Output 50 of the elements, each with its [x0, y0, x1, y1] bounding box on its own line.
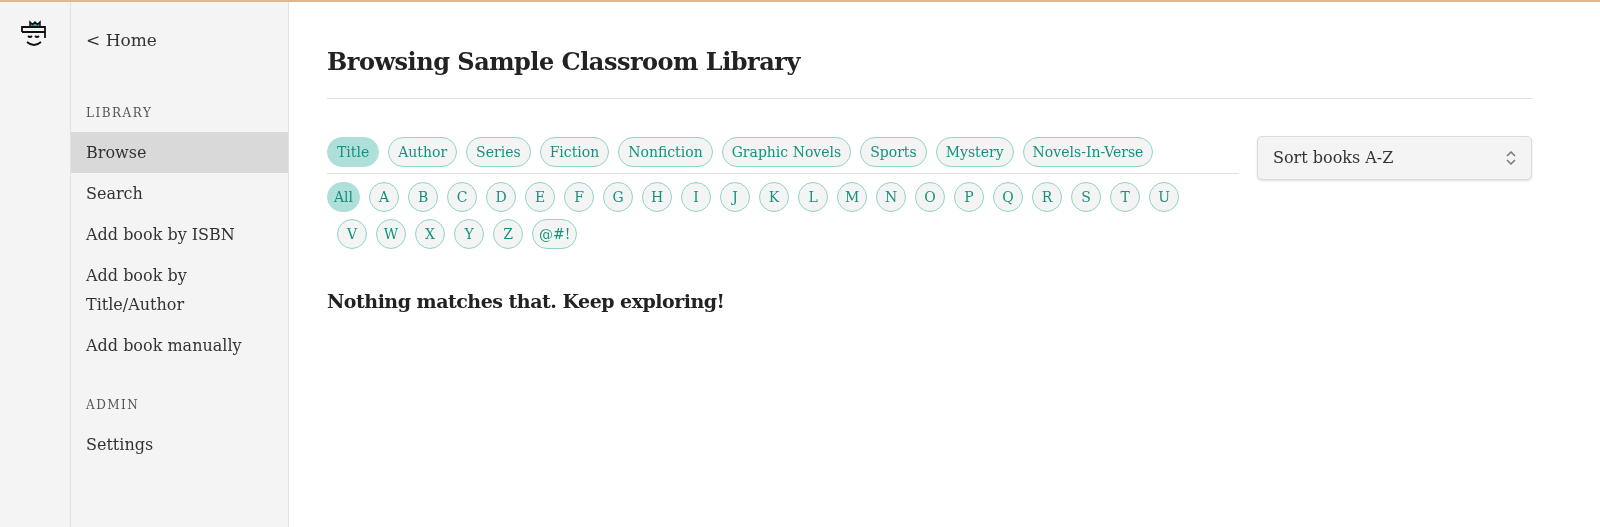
- letter-filter[interactable]: R: [1032, 182, 1063, 212]
- letter-filter[interactable]: O: [915, 182, 946, 212]
- letter-filter[interactable]: I: [681, 182, 712, 212]
- letter-filter[interactable]: V: [337, 219, 367, 249]
- letter-filter[interactable]: Z: [493, 219, 523, 249]
- sidebar-item[interactable]: Browse: [71, 131, 288, 173]
- sidebar-item[interactable]: Settings: [71, 423, 288, 465]
- sidebar-item[interactable]: Add book by Title/Author: [71, 254, 288, 325]
- letter-filter[interactable]: A: [369, 182, 400, 212]
- letter-filter[interactable]: U: [1149, 182, 1180, 212]
- letter-filter[interactable]: @#!: [532, 219, 578, 249]
- home-link[interactable]: < Home: [71, 2, 172, 54]
- sidebar-item[interactable]: Add book manually: [71, 324, 288, 366]
- letter-filter[interactable]: Y: [454, 219, 484, 249]
- section-heading: LIBRARY: [85, 104, 154, 122]
- letter-filter[interactable]: F: [564, 182, 595, 212]
- letter-filter[interactable]: W: [376, 219, 406, 249]
- filter-tab[interactable]: Nonfiction: [618, 137, 713, 167]
- letter-filter[interactable]: C: [447, 182, 478, 212]
- letter-filter[interactable]: B: [408, 182, 439, 212]
- letter-filter[interactable]: All: [327, 182, 361, 212]
- letter-filter[interactable]: J: [720, 182, 751, 212]
- page-title: Browsing Sample Classroom Library: [327, 44, 1532, 99]
- filter-tab[interactable]: Mystery: [935, 137, 1014, 167]
- empty-message: Nothing matches that. Keep exploring!: [327, 289, 726, 314]
- filter-tab[interactable]: Series: [466, 137, 531, 167]
- letter-filter[interactable]: X: [415, 219, 445, 249]
- filter-tab[interactable]: Novels-In-Verse: [1022, 137, 1154, 167]
- letter-filter[interactable]: G: [603, 182, 634, 212]
- section-heading: ADMIN: [85, 396, 141, 414]
- letter-filter[interactable]: N: [876, 182, 907, 212]
- letter-filter[interactable]: D: [486, 182, 517, 212]
- chevron-up-down-icon: [1506, 150, 1516, 166]
- letter-filter[interactable]: P: [954, 182, 985, 212]
- filter-tab[interactable]: Fiction: [539, 137, 610, 167]
- letter-filter[interactable]: K: [759, 182, 790, 212]
- filter-tab[interactable]: Author: [388, 137, 458, 167]
- letter-filter[interactable]: T: [1110, 182, 1141, 212]
- letter-filter[interactable]: L: [798, 182, 829, 212]
- sidebar-item[interactable]: Add book by ISBN: [71, 213, 288, 255]
- filter-tab[interactable]: Graphic Novels: [721, 137, 852, 167]
- sort-select[interactable]: Sort books A-Z: [1257, 136, 1532, 180]
- filter-tab[interactable]: Sports: [860, 137, 927, 167]
- letter-filter[interactable]: H: [642, 182, 673, 212]
- sidebar-item[interactable]: Search: [71, 172, 288, 214]
- filter-tab[interactable]: Title: [327, 137, 380, 167]
- letter-filter[interactable]: Q: [993, 182, 1024, 212]
- letter-filter[interactable]: M: [837, 182, 868, 212]
- letter-filter[interactable]: S: [1071, 182, 1102, 212]
- letter-filter[interactable]: E: [525, 182, 556, 212]
